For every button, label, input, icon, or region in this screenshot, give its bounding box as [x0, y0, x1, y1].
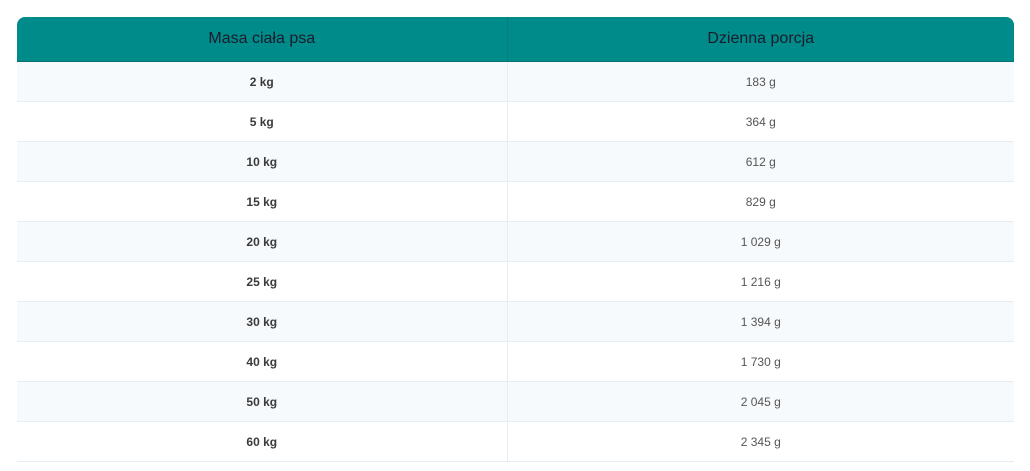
table-row: 60 kg 2 345 g — [17, 421, 1014, 462]
cell-portion: 612 g — [506, 141, 1014, 182]
cell-weight: 2 kg — [17, 61, 507, 102]
cell-portion: 829 g — [506, 181, 1014, 222]
cell-weight: 5 kg — [17, 101, 507, 142]
table-header: Masa ciała psa Dzienna porcja — [17, 17, 1014, 62]
table-row: 50 kg 2 045 g — [17, 381, 1014, 422]
column-header-daily-portion: Dzienna porcja — [506, 17, 1014, 62]
cell-portion: 2 345 g — [506, 421, 1014, 462]
cell-portion: 1 730 g — [506, 341, 1014, 382]
cell-portion: 1 394 g — [506, 301, 1014, 342]
cell-weight: 20 kg — [17, 221, 507, 262]
cell-weight: 50 kg — [17, 381, 507, 422]
cell-weight: 15 kg — [17, 181, 507, 222]
cell-portion: 183 g — [506, 61, 1014, 102]
table-row: 15 kg 829 g — [17, 181, 1014, 222]
cell-portion: 2 045 g — [506, 381, 1014, 422]
cell-weight: 25 kg — [17, 261, 507, 302]
header-row: Masa ciała psa Dzienna porcja — [17, 17, 1014, 62]
cell-weight: 40 kg — [17, 341, 507, 382]
table-row: 25 kg 1 216 g — [17, 261, 1014, 302]
cell-portion: 1 216 g — [506, 261, 1014, 302]
table-row: 20 kg 1 029 g — [17, 221, 1014, 262]
feeding-table-container: Masa ciała psa Dzienna porcja 2 kg 183 g… — [17, 17, 1014, 462]
cell-portion: 364 g — [506, 101, 1014, 142]
table-body: 2 kg 183 g 5 kg 364 g 10 kg 612 g 15 kg … — [17, 61, 1014, 462]
cell-weight: 30 kg — [17, 301, 507, 342]
table-row: 30 kg 1 394 g — [17, 301, 1014, 342]
cell-weight: 10 kg — [17, 141, 507, 182]
column-header-dog-weight: Masa ciała psa — [17, 17, 507, 62]
table-row: 2 kg 183 g — [17, 61, 1014, 102]
cell-weight: 60 kg — [17, 421, 507, 462]
feeding-table: Masa ciała psa Dzienna porcja 2 kg 183 g… — [17, 17, 1014, 462]
table-row: 40 kg 1 730 g — [17, 341, 1014, 382]
table-row: 10 kg 612 g — [17, 141, 1014, 182]
table-row: 5 kg 364 g — [17, 101, 1014, 142]
cell-portion: 1 029 g — [506, 221, 1014, 262]
